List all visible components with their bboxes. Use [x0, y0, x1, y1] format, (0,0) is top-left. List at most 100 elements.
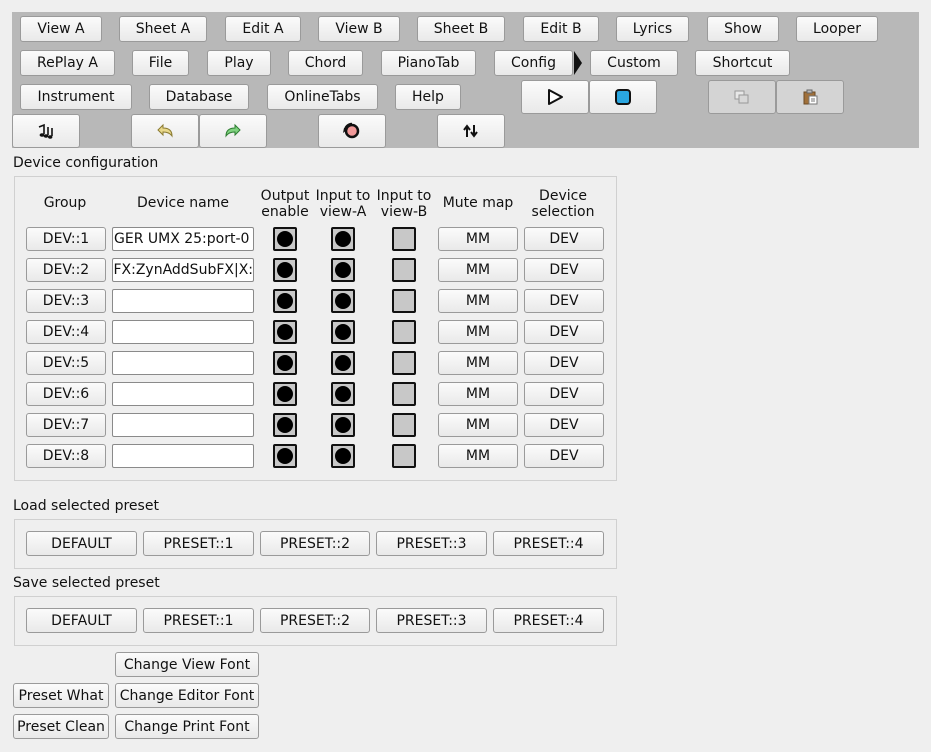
device-name-field[interactable]: [112, 444, 254, 468]
device-selection-button[interactable]: DEV: [524, 258, 604, 282]
mute-map-button[interactable]: MM: [438, 444, 518, 468]
preset-clean-button[interactable]: Preset Clean: [13, 714, 109, 739]
save-preset-3-button[interactable]: PRESET::3: [376, 608, 487, 633]
output-enable-checkbox[interactable]: [273, 444, 297, 468]
input-view-b-checkbox[interactable]: [392, 444, 416, 468]
triangle-right-icon[interactable]: [573, 50, 583, 76]
input-view-b-checkbox[interactable]: [392, 382, 416, 406]
music-notes-button[interactable]: [12, 114, 80, 148]
play-button[interactable]: [521, 80, 589, 114]
pianotab-button[interactable]: PianoTab: [381, 50, 476, 76]
device-name-field[interactable]: [112, 351, 254, 375]
copy-button[interactable]: [708, 80, 776, 114]
input-view-a-checkbox[interactable]: [331, 382, 355, 406]
record-loop-button[interactable]: [318, 114, 386, 148]
device-name-field[interactable]: FX:ZynAddSubFX|X:: [112, 258, 254, 282]
output-enable-checkbox[interactable]: [273, 227, 297, 251]
mute-map-button[interactable]: MM: [438, 382, 518, 406]
paste-button[interactable]: [776, 80, 844, 114]
device-group-button[interactable]: DEV::4: [26, 320, 106, 344]
mute-map-button[interactable]: MM: [438, 413, 518, 437]
device-name-field[interactable]: [112, 413, 254, 437]
lyrics-button[interactable]: Lyrics: [616, 16, 689, 42]
load-preset-4-button[interactable]: PRESET::4: [493, 531, 604, 556]
input-view-b-checkbox[interactable]: [392, 351, 416, 375]
swap-button[interactable]: [437, 114, 505, 148]
looper-button[interactable]: Looper: [796, 16, 878, 42]
output-enable-checkbox[interactable]: [273, 382, 297, 406]
input-view-b-checkbox[interactable]: [392, 258, 416, 282]
mute-map-button[interactable]: MM: [438, 258, 518, 282]
save-preset-1-button[interactable]: PRESET::1: [143, 608, 254, 633]
input-view-b-checkbox[interactable]: [392, 227, 416, 251]
onlinetabs-button[interactable]: OnlineTabs: [267, 84, 378, 110]
help-button[interactable]: Help: [395, 84, 461, 110]
input-view-b-checkbox[interactable]: [392, 320, 416, 344]
load-preset-1-button[interactable]: PRESET::1: [143, 531, 254, 556]
instrument-button[interactable]: Instrument: [20, 84, 132, 110]
input-view-a-checkbox[interactable]: [331, 258, 355, 282]
stop-button[interactable]: [589, 80, 657, 114]
mute-map-button[interactable]: MM: [438, 351, 518, 375]
custom-button[interactable]: Custom: [590, 50, 678, 76]
input-view-a-checkbox[interactable]: [331, 320, 355, 344]
config-button[interactable]: Config: [494, 50, 573, 76]
device-name-field[interactable]: GER UMX 25:port-0: [112, 227, 254, 251]
output-enable-checkbox[interactable]: [273, 320, 297, 344]
device-group-button[interactable]: DEV::1: [26, 227, 106, 251]
device-group-button[interactable]: DEV::7: [26, 413, 106, 437]
device-selection-button[interactable]: DEV: [524, 382, 604, 406]
device-group-button[interactable]: DEV::3: [26, 289, 106, 313]
input-view-a-checkbox[interactable]: [331, 444, 355, 468]
device-selection-button[interactable]: DEV: [524, 413, 604, 437]
device-name-field[interactable]: [112, 289, 254, 313]
show-button[interactable]: Show: [707, 16, 779, 42]
save-preset-4-button[interactable]: PRESET::4: [493, 608, 604, 633]
input-view-b-checkbox[interactable]: [392, 413, 416, 437]
load-preset-3-button[interactable]: PRESET::3: [376, 531, 487, 556]
change-view-font-button[interactable]: Change View Font: [115, 652, 259, 677]
load-preset-2-button[interactable]: PRESET::2: [260, 531, 370, 556]
shortcut-button[interactable]: Shortcut: [695, 50, 790, 76]
device-selection-button[interactable]: DEV: [524, 320, 604, 344]
device-group-button[interactable]: DEV::8: [26, 444, 106, 468]
view-b-button[interactable]: View B: [318, 16, 400, 42]
output-enable-checkbox[interactable]: [273, 351, 297, 375]
input-view-a-checkbox[interactable]: [331, 289, 355, 313]
output-enable-checkbox[interactable]: [273, 258, 297, 282]
input-view-a-checkbox[interactable]: [331, 351, 355, 375]
play-menu-button[interactable]: Play: [207, 50, 271, 76]
undo-button[interactable]: [131, 114, 199, 148]
file-button[interactable]: File: [132, 50, 189, 76]
save-default-button[interactable]: DEFAULT: [26, 608, 137, 633]
device-group-button[interactable]: DEV::2: [26, 258, 106, 282]
input-view-a-checkbox[interactable]: [331, 413, 355, 437]
change-print-font-button[interactable]: Change Print Font: [115, 714, 259, 739]
input-view-a-checkbox[interactable]: [331, 227, 355, 251]
device-selection-button[interactable]: DEV: [524, 351, 604, 375]
redo-button[interactable]: [199, 114, 267, 148]
device-name-field[interactable]: [112, 320, 254, 344]
load-default-button[interactable]: DEFAULT: [26, 531, 137, 556]
edit-b-button[interactable]: Edit B: [523, 16, 599, 42]
view-a-button[interactable]: View A: [20, 16, 102, 42]
input-view-b-checkbox[interactable]: [392, 289, 416, 313]
preset-what-button[interactable]: Preset What: [13, 683, 109, 708]
device-selection-button[interactable]: DEV: [524, 444, 604, 468]
database-button[interactable]: Database: [149, 84, 249, 110]
chord-button[interactable]: Chord: [288, 50, 363, 76]
device-name-field[interactable]: [112, 382, 254, 406]
device-group-button[interactable]: DEV::5: [26, 351, 106, 375]
output-enable-checkbox[interactable]: [273, 289, 297, 313]
mute-map-button[interactable]: MM: [438, 320, 518, 344]
edit-a-button[interactable]: Edit A: [225, 16, 301, 42]
device-selection-button[interactable]: DEV: [524, 289, 604, 313]
output-enable-checkbox[interactable]: [273, 413, 297, 437]
replay-a-button[interactable]: RePlay A: [20, 50, 115, 76]
mute-map-button[interactable]: MM: [438, 289, 518, 313]
sheet-b-button[interactable]: Sheet B: [417, 16, 505, 42]
sheet-a-button[interactable]: Sheet A: [119, 16, 207, 42]
change-editor-font-button[interactable]: Change Editor Font: [115, 683, 259, 708]
device-selection-button[interactable]: DEV: [524, 227, 604, 251]
save-preset-2-button[interactable]: PRESET::2: [260, 608, 370, 633]
